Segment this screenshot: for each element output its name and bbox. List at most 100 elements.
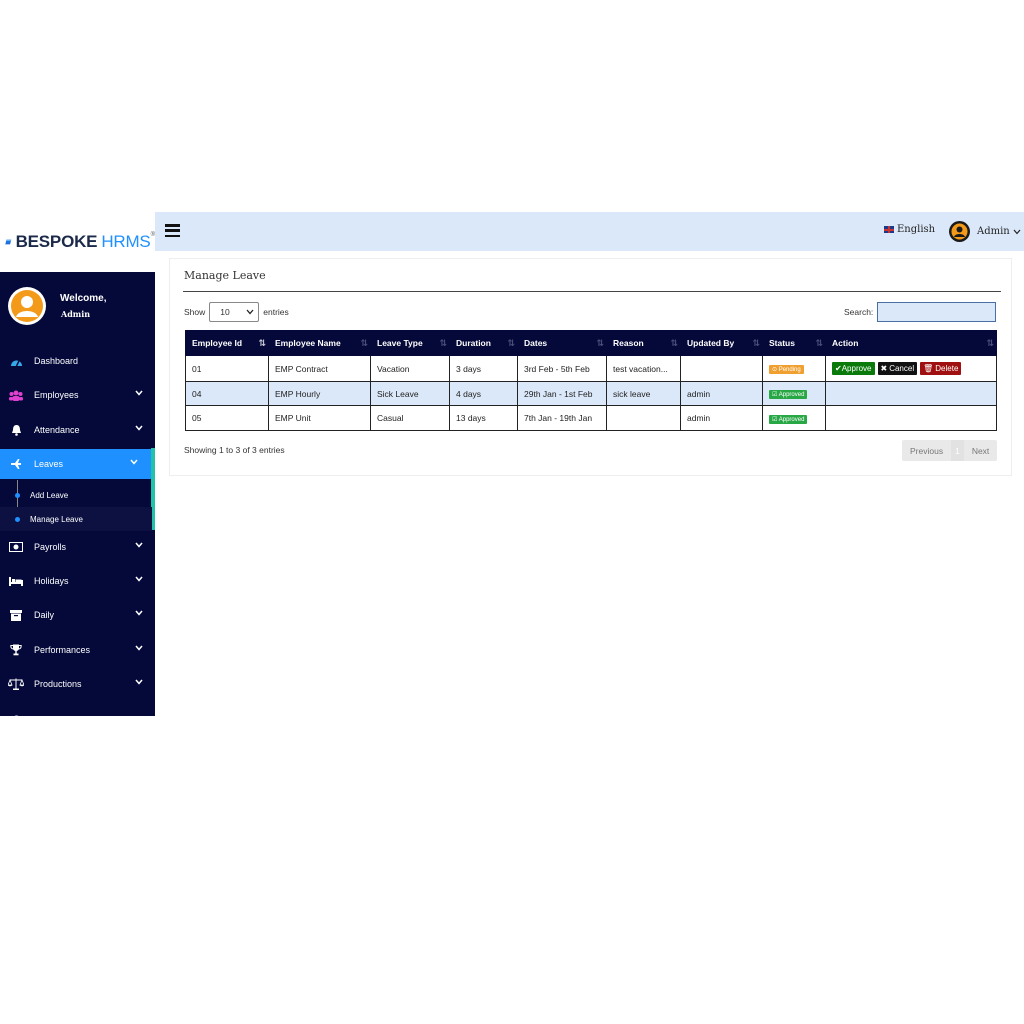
- sidebar-subitem-add-leave[interactable]: Add Leave: [0, 483, 152, 507]
- bed-icon: [8, 574, 24, 588]
- sort-icon: ⇅: [670, 338, 677, 348]
- cell-employee-id: 05: [185, 405, 269, 431]
- cell-dates: 29th Jan - 1st Feb: [517, 381, 607, 406]
- language-label: English: [897, 224, 936, 235]
- avatar[interactable]: [8, 287, 46, 325]
- cancel-button-label: Cancel: [889, 364, 915, 373]
- bell-icon: [8, 423, 24, 437]
- entries-select-value: 10: [220, 307, 230, 317]
- sidebar: Welcome, Admin Dashboard Employees Atten…: [0, 272, 155, 716]
- cancel-button[interactable]: ✖ Cancel: [877, 362, 918, 375]
- sort-icon: ⇅: [815, 338, 822, 348]
- chevron-down-icon: [135, 425, 143, 431]
- sidebar-item-productions[interactable]: Productions: [0, 669, 155, 699]
- cell-status: ☑ Approved: [762, 405, 826, 431]
- entries-length-control: Show 10 entries: [184, 302, 289, 322]
- cell-duration: 13 days: [449, 405, 518, 431]
- sidebar-item-label: Attendance: [34, 425, 80, 435]
- status-badge: ⊙ Pending: [769, 365, 804, 374]
- gear-icon: [8, 712, 24, 716]
- cell-leave-type: Sick Leave: [370, 381, 450, 406]
- show-label: Show: [184, 307, 206, 317]
- title-divider: [183, 291, 1001, 292]
- search-control: Search:: [844, 302, 997, 322]
- sidebar-item-payrolls[interactable]: Payrolls: [0, 532, 155, 562]
- sidebar-subitem-manage-leave[interactable]: Manage Leave: [0, 507, 152, 531]
- main-card: Manage Leave Show 10 entries Search: Emp…: [169, 258, 1012, 476]
- sidebar-item-label: Leaves: [34, 459, 64, 469]
- page-number-button[interactable]: 1: [951, 440, 964, 461]
- cell-duration: 3 days: [449, 355, 518, 382]
- column-header-label: Dates: [524, 338, 548, 348]
- logo-brand-accent: HRMS: [101, 232, 151, 251]
- column-header-employee-name[interactable]: Employee Name ⇅: [268, 330, 371, 356]
- previous-page-button[interactable]: Previous: [902, 440, 951, 461]
- cell-dates: 3rd Feb - 5th Feb: [517, 355, 607, 382]
- chevron-down-icon: [135, 645, 143, 651]
- cell-status: ☑ Approved: [762, 381, 826, 406]
- cell-employee-id: 01: [185, 355, 269, 382]
- sort-asc-icon: ⇅: [258, 338, 265, 348]
- sidebar-item-partial[interactable]: [0, 704, 155, 716]
- entries-select[interactable]: 10: [209, 302, 260, 322]
- cell-leave-type: Casual: [370, 405, 450, 431]
- table-row: 01 EMP Contract Vacation 3 days 3rd Feb …: [185, 355, 997, 382]
- column-header-status[interactable]: Status ⇅: [762, 330, 826, 356]
- hamburger-menu-icon[interactable]: [165, 224, 180, 237]
- search-label: Search:: [844, 307, 874, 317]
- user-menu[interactable]: Admin: [949, 221, 1021, 242]
- approve-button[interactable]: ✔ Approve: [832, 362, 875, 375]
- sidebar-item-attendance[interactable]: Attendance: [0, 415, 155, 445]
- column-header-label: Action: [832, 338, 859, 348]
- sidebar-item-employees[interactable]: Employees: [0, 380, 155, 410]
- column-header-employee-id[interactable]: Employee Id ⇅: [185, 330, 269, 356]
- column-header-label: Leave Type: [377, 338, 423, 348]
- cell-employee-name: EMP Hourly: [268, 381, 371, 406]
- column-header-reason[interactable]: Reason ⇅: [606, 330, 681, 356]
- sidebar-item-dashboard[interactable]: Dashboard: [0, 346, 155, 376]
- chevron-down-icon: [1013, 229, 1021, 234]
- scale-icon: [8, 677, 24, 691]
- chevron-down-icon: [246, 309, 254, 315]
- chevron-down-icon: [135, 679, 143, 685]
- sidebar-item-holidays[interactable]: Holidays: [0, 566, 155, 596]
- column-header-leave-type[interactable]: Leave Type ⇅: [370, 330, 450, 356]
- sidebar-item-leaves[interactable]: Leaves: [0, 449, 152, 479]
- cell-employee-id: 04: [185, 381, 269, 406]
- cell-action: [825, 405, 997, 431]
- sidebar-item-performances[interactable]: Performances: [0, 635, 155, 665]
- plane-icon: [8, 457, 24, 471]
- clock-icon: ⊙: [772, 367, 778, 373]
- money-icon: [8, 540, 24, 554]
- cell-status: ⊙ Pending: [762, 355, 826, 382]
- status-badge-label: Pending: [778, 367, 801, 373]
- sidebar-item-label: Dashboard: [34, 356, 79, 366]
- column-header-updated-by[interactable]: Updated By ⇅: [680, 330, 763, 356]
- chevron-down-icon: [135, 542, 143, 548]
- delete-button[interactable]: 🗑 Delete: [920, 362, 962, 375]
- next-page-button[interactable]: Next: [964, 440, 997, 461]
- column-header-label: Employee Name: [275, 338, 341, 348]
- sidebar-item-daily[interactable]: Daily: [0, 600, 155, 630]
- sidebar-item-label: Holidays: [34, 576, 69, 586]
- column-header-action[interactable]: Action ⇅: [825, 330, 997, 356]
- status-badge: ☑ Approved: [769, 390, 808, 399]
- sidebar-item-label: Productions: [34, 679, 82, 689]
- column-header-label: Status: [769, 338, 795, 348]
- column-header-label: Updated By: [687, 338, 735, 348]
- column-header-dates[interactable]: Dates ⇅: [517, 330, 607, 356]
- user-avatar-icon: [11, 290, 43, 322]
- top-bar: English Admin: [155, 212, 1024, 251]
- logo-brand-text: BESPOKE: [15, 232, 98, 251]
- app-logo[interactable]: BESPOKE HRMS ®: [0, 212, 155, 272]
- language-selector[interactable]: English: [884, 224, 935, 235]
- status-badge-label: Approved: [778, 416, 805, 423]
- cell-dates: 7th Jan - 19th Jan: [517, 405, 607, 431]
- cell-updated-by: [680, 355, 763, 382]
- search-input[interactable]: [877, 302, 997, 322]
- archive-icon: [8, 608, 24, 622]
- status-badge-label: Approved: [778, 392, 805, 398]
- profile-name: Admin: [61, 309, 91, 319]
- column-header-duration[interactable]: Duration ⇅: [449, 330, 518, 356]
- uk-flag-icon: [884, 226, 894, 233]
